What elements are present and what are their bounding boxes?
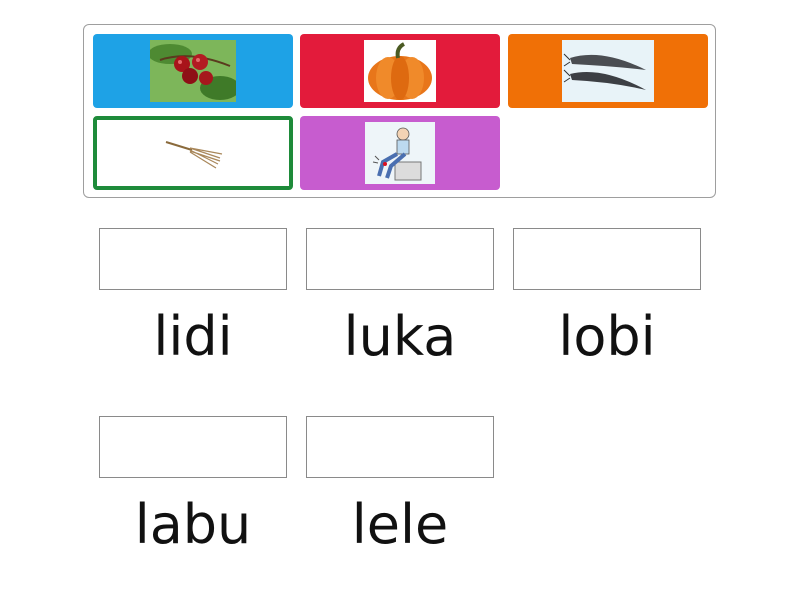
- red-berries-icon: [150, 40, 236, 102]
- answer-tray: [83, 24, 716, 198]
- tile-wounded-knee[interactable]: [300, 116, 500, 190]
- broom-icon: [162, 122, 224, 184]
- word-label: lidi: [153, 305, 233, 368]
- word-label: luka: [343, 305, 457, 368]
- catfish-icon: [562, 40, 654, 102]
- pumpkin-icon: [364, 40, 436, 102]
- wounded-knee-icon: [365, 122, 435, 184]
- word-label: labu: [134, 493, 252, 556]
- drop-slot-5[interactable]: [306, 416, 494, 478]
- word-label: lobi: [558, 305, 656, 368]
- tile-catfish[interactable]: [508, 34, 708, 108]
- tile-broom[interactable]: [93, 116, 293, 190]
- drop-slot-2[interactable]: [306, 228, 494, 290]
- tile-berries[interactable]: [93, 34, 293, 108]
- tile-pumpkin[interactable]: [300, 34, 500, 108]
- drop-slot-1[interactable]: [99, 228, 287, 290]
- word-label: lele: [351, 493, 449, 556]
- drop-slot-3[interactable]: [513, 228, 701, 290]
- drop-slot-4[interactable]: [99, 416, 287, 478]
